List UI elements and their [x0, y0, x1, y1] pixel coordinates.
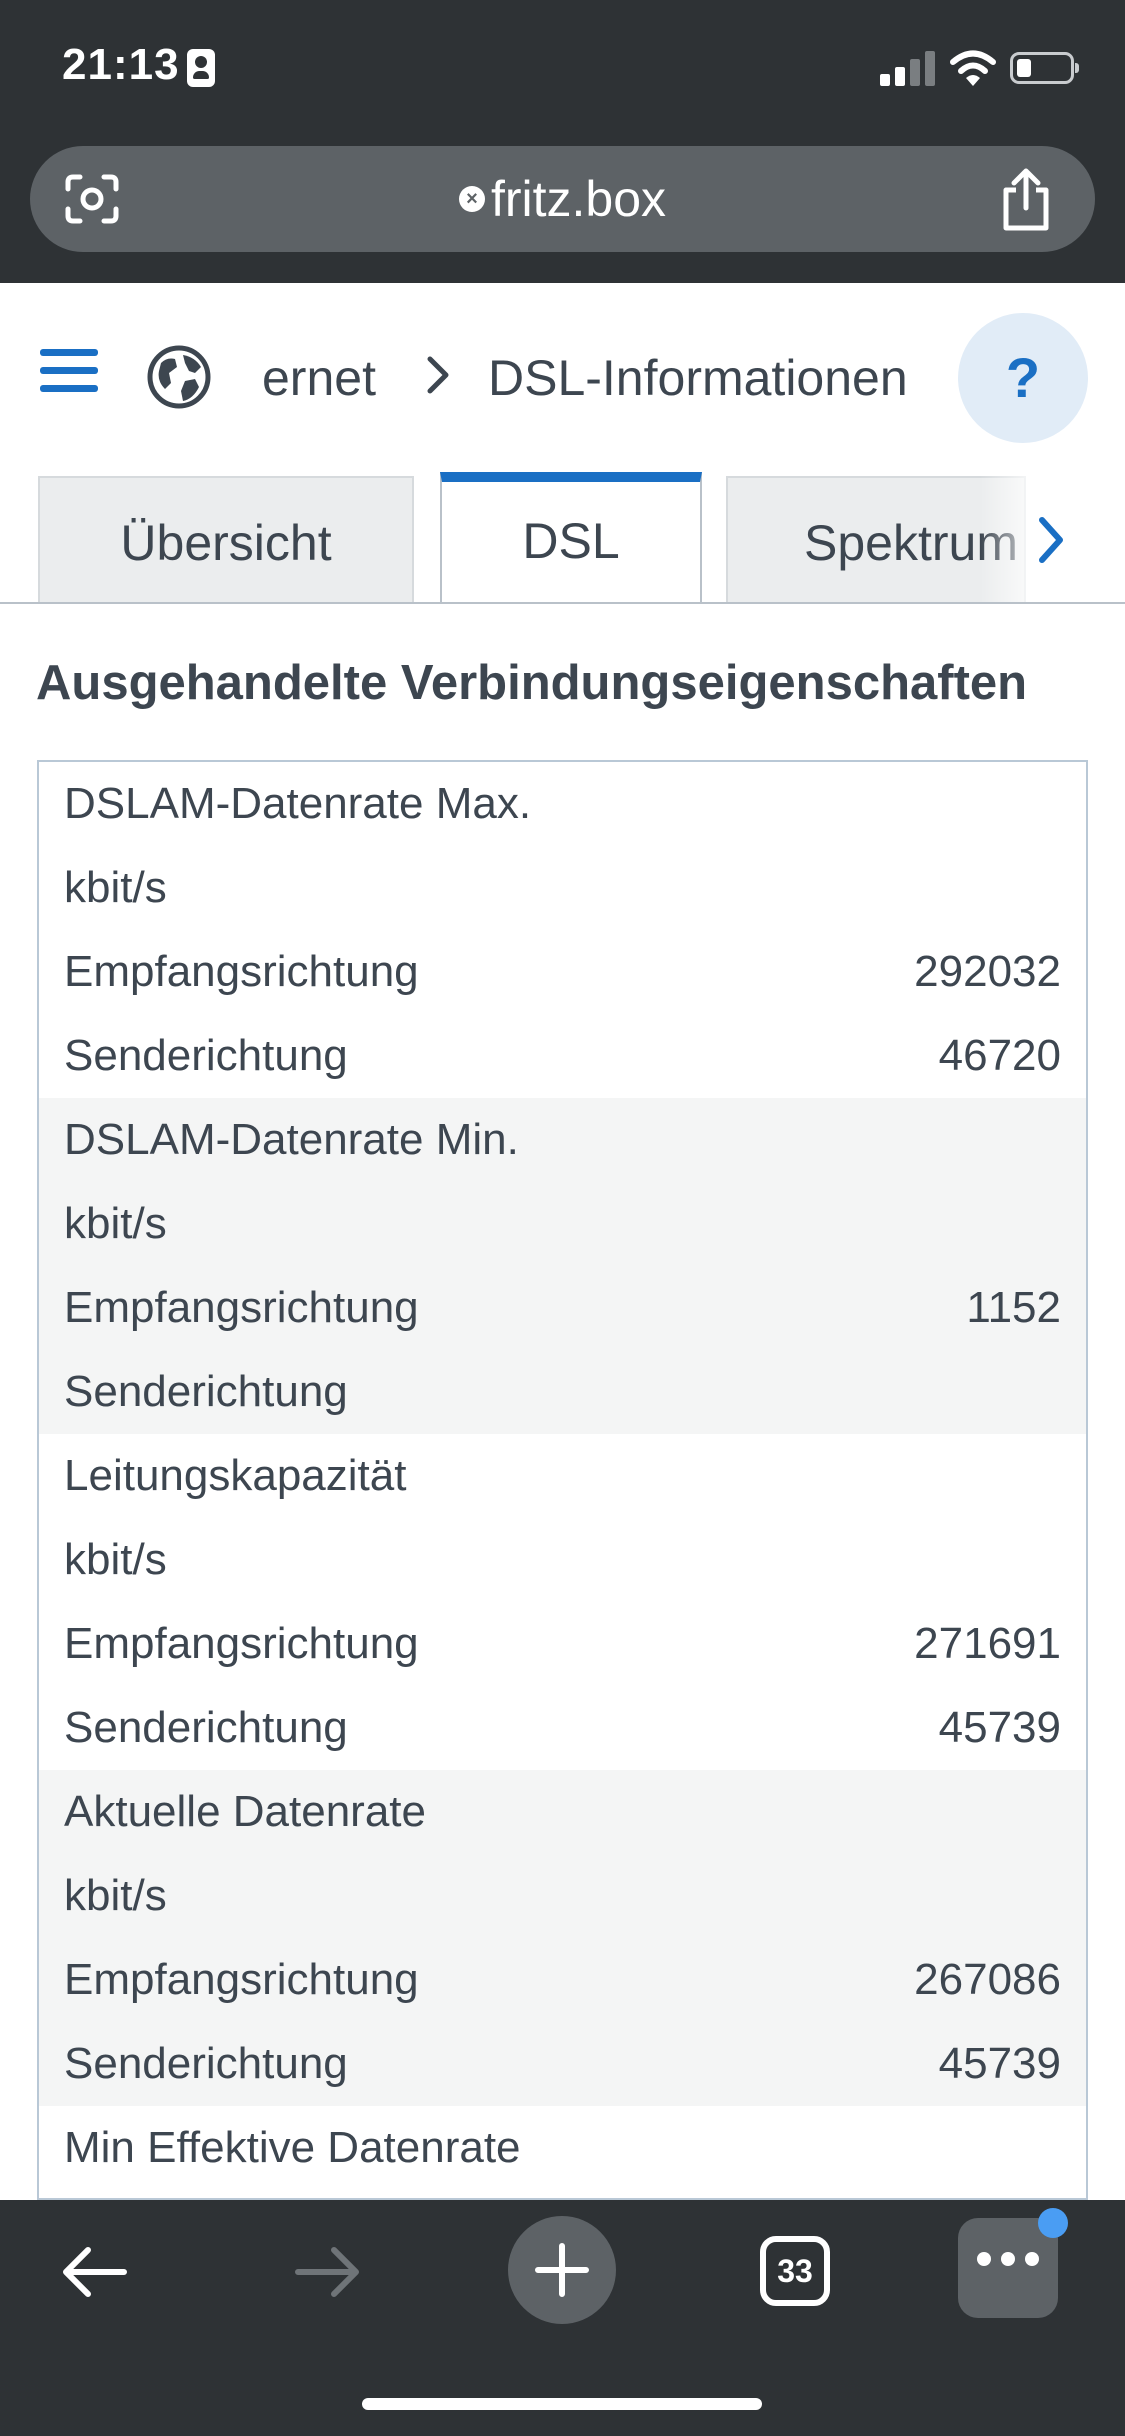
- unit-row: kbit/s: [39, 1182, 1086, 1266]
- row-label: Empfangsrichtung: [64, 1955, 419, 2004]
- table-group: DSLAM-Datenrate Max. kbit/s Empfangsrich…: [39, 762, 1086, 1098]
- group-title-row: DSLAM-Datenrate Min.: [39, 1098, 1086, 1182]
- table-group: Aktuelle Datenrate kbit/s Empfangsrichtu…: [39, 1770, 1086, 2106]
- row-label: Senderichtung: [64, 1031, 348, 1080]
- group-title: Leitungskapazität: [64, 1451, 407, 1500]
- unit-row: kbit/s: [39, 1518, 1086, 1602]
- row-label: Empfangsrichtung: [64, 1283, 419, 1332]
- table-group: DSLAM-Datenrate Min. kbit/s Empfangsrich…: [39, 1098, 1086, 1434]
- battery-icon: [1010, 52, 1079, 84]
- unit-row: kbit/s: [39, 1854, 1086, 1938]
- unit-label: kbit/s: [64, 1871, 167, 1920]
- row-value: 267086: [914, 1955, 1061, 2004]
- table-group: Leitungskapazität kbit/s Empfangsrichtun…: [39, 1434, 1086, 1770]
- table-row: Senderichtung 45739: [39, 1686, 1086, 1770]
- group-title-row: DSLAM-Datenrate Max.: [39, 762, 1086, 846]
- browser-toolbar: 33: [0, 2200, 1125, 2436]
- group-title: DSLAM-Datenrate Max.: [64, 779, 532, 828]
- unit-label: kbit/s: [64, 1199, 167, 1248]
- row-value: 271691: [914, 1619, 1061, 1668]
- tab-bar: Übersicht DSL Spektrum: [0, 468, 1125, 604]
- browser-address-area: × fritz.box: [0, 140, 1125, 283]
- row-value: 45739: [938, 1703, 1061, 1752]
- table-group: Min Effektive Datenrate: [39, 2106, 1086, 2190]
- tab-divider: [0, 602, 1125, 604]
- table-row: Empfangsrichtung 1152: [39, 1266, 1086, 1350]
- url-display[interactable]: × fritz.box: [30, 170, 1095, 228]
- row-label: Empfangsrichtung: [64, 1619, 419, 1668]
- breadcrumb-current: DSL-Informationen: [488, 350, 908, 406]
- share-icon[interactable]: [996, 168, 1056, 232]
- table-row: Empfangsrichtung 271691: [39, 1602, 1086, 1686]
- page-header: ernet DSL-Informationen ?: [0, 283, 1125, 468]
- menu-icon[interactable]: [40, 349, 98, 393]
- globe-icon: [147, 345, 211, 409]
- status-time: 21:13: [62, 40, 180, 89]
- tab-dsl[interactable]: DSL: [440, 472, 702, 602]
- row-label: Empfangsrichtung: [64, 947, 419, 996]
- row-value: 1152: [966, 1283, 1061, 1332]
- notification-dot: [1038, 2208, 1068, 2238]
- ellipsis-icon: [958, 2252, 1058, 2271]
- url-text: fritz.box: [490, 171, 667, 227]
- connection-properties-table: DSLAM-Datenrate Max. kbit/s Empfangsrich…: [37, 760, 1088, 2200]
- row-value: 292032: [914, 947, 1061, 996]
- row-label: Senderichtung: [64, 2039, 348, 2088]
- row-value: 46720: [938, 1031, 1061, 1080]
- plus-icon: [535, 2243, 589, 2297]
- table-row: Empfangsrichtung 292032: [39, 930, 1086, 1014]
- group-title: Min Effektive Datenrate: [64, 2123, 521, 2172]
- tab-overview[interactable]: Übersicht: [38, 476, 414, 602]
- table-row: Senderichtung: [39, 1350, 1086, 1434]
- unit-label: kbit/s: [64, 1535, 167, 1584]
- section-title: Ausgehandelte Verbindungseigenschaften: [36, 656, 1028, 710]
- help-button[interactable]: ?: [958, 313, 1088, 443]
- new-tab-button[interactable]: [508, 2216, 616, 2324]
- row-label: Senderichtung: [64, 1703, 348, 1752]
- home-indicator: [362, 2398, 762, 2410]
- group-title: DSLAM-Datenrate Min.: [64, 1115, 519, 1164]
- unit-row: kbit/s: [39, 846, 1086, 930]
- table-row: Senderichtung 46720: [39, 1014, 1086, 1098]
- address-bar[interactable]: × fritz.box: [30, 146, 1095, 252]
- back-arrow-icon[interactable]: [58, 2242, 130, 2302]
- tab-switcher-button[interactable]: 33: [760, 2236, 830, 2306]
- breadcrumb-parent[interactable]: ernet: [262, 349, 376, 407]
- insecure-site-icon: ×: [458, 185, 485, 212]
- group-title-row: Min Effektive Datenrate: [39, 2106, 1086, 2190]
- group-title-row: Leitungskapazität: [39, 1434, 1086, 1518]
- table-row: Senderichtung 45739: [39, 2022, 1086, 2106]
- cellular-signal-icon: [880, 50, 936, 86]
- unit-label: kbit/s: [64, 863, 167, 912]
- group-title: Aktuelle Datenrate: [64, 1787, 426, 1836]
- wifi-icon: [950, 50, 996, 86]
- chevron-right-icon[interactable]: [1030, 512, 1074, 568]
- row-value: 45739: [938, 2039, 1061, 2088]
- status-bar: 21:13: [0, 0, 1125, 140]
- table-row: Empfangsrichtung 267086: [39, 1938, 1086, 2022]
- chevron-right-icon: [427, 356, 449, 394]
- group-title-row: Aktuelle Datenrate: [39, 1770, 1086, 1854]
- row-label: Senderichtung: [64, 1367, 348, 1416]
- forward-arrow-icon[interactable]: [292, 2242, 364, 2302]
- contact-card-icon: [187, 49, 215, 87]
